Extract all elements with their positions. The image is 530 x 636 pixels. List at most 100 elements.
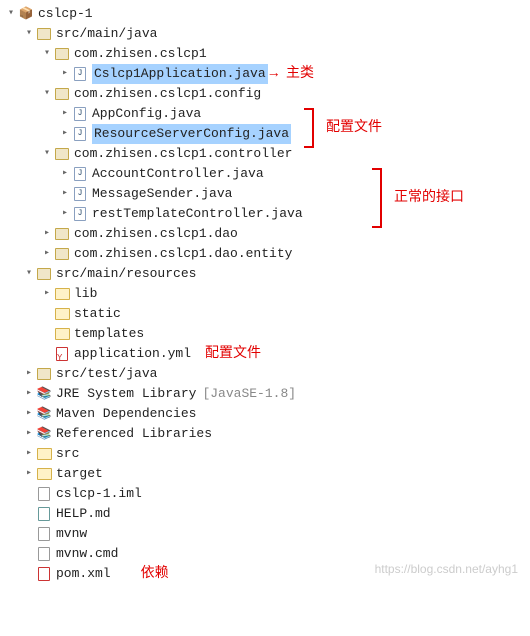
- collapse-icon[interactable]: ▸: [58, 124, 72, 144]
- tree-row-folder[interactable]: templates: [4, 324, 526, 344]
- markdown-file-icon: [36, 506, 52, 522]
- folder-label[interactable]: static: [74, 304, 121, 324]
- tree-row-folder[interactable]: ▸ lib: [4, 284, 526, 304]
- bracket-config: [304, 108, 314, 148]
- collapse-icon[interactable]: ▸: [22, 404, 36, 424]
- folder-label[interactable]: templates: [74, 324, 144, 344]
- library-label[interactable]: Referenced Libraries: [56, 424, 212, 444]
- tree-row-maven-deps[interactable]: ▸ Maven Dependencies: [4, 404, 526, 424]
- tree-row-src-main-java[interactable]: ▾ src/main/java: [4, 24, 526, 44]
- tree-row-file[interactable]: ▸ J AccountController.java: [4, 164, 526, 184]
- collapse-icon[interactable]: ▸: [58, 104, 72, 124]
- tree-row-file[interactable]: Y application.yml 配置文件: [4, 344, 526, 364]
- collapse-icon[interactable]: ▸: [58, 204, 72, 224]
- file-label[interactable]: Cslcp1Application.java: [92, 64, 268, 84]
- file-label[interactable]: HELP.md: [56, 504, 111, 524]
- file-label[interactable]: mvnw: [56, 524, 87, 544]
- tree-row-package[interactable]: ▾ com.zhisen.cslcp1: [4, 44, 526, 64]
- tree-row-file[interactable]: ▸ J restTemplateController.java: [4, 204, 526, 224]
- expand-icon[interactable]: ▾: [22, 264, 36, 284]
- file-icon: [36, 526, 52, 542]
- annotation-config-file: 配置文件: [205, 344, 261, 364]
- java-file-icon: J: [72, 206, 88, 222]
- folder-icon: [54, 286, 70, 302]
- package-label[interactable]: com.zhisen.cslcp1.controller: [74, 144, 292, 164]
- file-label[interactable]: application.yml: [74, 344, 191, 364]
- bracket-api: [372, 168, 382, 228]
- tree-row-file[interactable]: cslcp-1.iml: [4, 484, 526, 504]
- file-icon: [36, 486, 52, 502]
- folder-label[interactable]: target: [56, 464, 103, 484]
- collapse-icon[interactable]: ▸: [22, 384, 36, 404]
- package-icon: [54, 146, 70, 162]
- folder-label[interactable]: src: [56, 444, 79, 464]
- package-label[interactable]: com.zhisen.cslcp1.dao.entity: [74, 244, 292, 264]
- package-label[interactable]: com.zhisen.cslcp1: [74, 44, 207, 64]
- library-label[interactable]: Maven Dependencies: [56, 404, 196, 424]
- library-icon: [36, 386, 52, 402]
- package-label[interactable]: com.zhisen.cslcp1.config: [74, 84, 261, 104]
- file-label[interactable]: pom.xml: [56, 564, 111, 584]
- file-label[interactable]: AppConfig.java: [92, 104, 201, 124]
- collapse-icon[interactable]: ▸: [22, 424, 36, 444]
- collapse-icon[interactable]: ▸: [40, 284, 54, 304]
- tree-row-file[interactable]: ▸ J ResourceServerConfig.java: [4, 124, 526, 144]
- collapse-icon[interactable]: ▸: [22, 464, 36, 484]
- xml-file-icon: [36, 566, 52, 582]
- folder-label[interactable]: src/main/resources: [56, 264, 196, 284]
- library-icon: [36, 406, 52, 422]
- collapse-icon[interactable]: ▸: [58, 164, 72, 184]
- source-folder-icon: [36, 266, 52, 282]
- file-label[interactable]: ResourceServerConfig.java: [92, 124, 291, 144]
- package-icon: [54, 86, 70, 102]
- package-label[interactable]: com.zhisen.cslcp1.dao: [74, 224, 238, 244]
- project-label[interactable]: cslcp-1: [38, 4, 93, 24]
- file-label[interactable]: mvnw.cmd: [56, 544, 118, 564]
- tree-row-project[interactable]: ▾ cslcp-1: [4, 4, 526, 24]
- expand-icon[interactable]: ▾: [40, 84, 54, 104]
- tree-row-folder[interactable]: ▸ target: [4, 464, 526, 484]
- collapse-icon[interactable]: ▸: [22, 444, 36, 464]
- tree-row-file[interactable]: ▸ J AppConfig.java: [4, 104, 526, 124]
- yaml-file-icon: Y: [54, 346, 70, 362]
- java-file-icon: J: [72, 186, 88, 202]
- expand-icon[interactable]: ▾: [4, 4, 18, 24]
- package-icon: [54, 246, 70, 262]
- collapse-icon[interactable]: ▸: [58, 184, 72, 204]
- folder-label[interactable]: lib: [74, 284, 97, 304]
- source-folder-icon: [36, 26, 52, 42]
- tree-row-ref-libs[interactable]: ▸ Referenced Libraries: [4, 424, 526, 444]
- collapse-icon[interactable]: ▸: [40, 224, 54, 244]
- file-label[interactable]: AccountController.java: [92, 164, 264, 184]
- annotation-main-class: 主类: [286, 64, 314, 84]
- tree-row-package[interactable]: ▸ com.zhisen.cslcp1.dao: [4, 224, 526, 244]
- tree-row-file[interactable]: ▸ J Cslcp1Application.java → 主类: [4, 64, 526, 84]
- file-label[interactable]: restTemplateController.java: [92, 204, 303, 224]
- file-label[interactable]: cslcp-1.iml: [56, 484, 142, 504]
- tree-row-folder[interactable]: ▸ src: [4, 444, 526, 464]
- folder-label[interactable]: src/test/java: [56, 364, 157, 384]
- tree-row-package[interactable]: ▸ com.zhisen.cslcp1.dao.entity: [4, 244, 526, 264]
- java-file-icon: J: [72, 166, 88, 182]
- package-icon: [54, 46, 70, 62]
- tree-row-jre[interactable]: ▸ JRE System Library [JavaSE-1.8]: [4, 384, 526, 404]
- expand-icon[interactable]: ▾: [22, 24, 36, 44]
- annotation-config: 配置文件: [326, 116, 382, 136]
- tree-row-package[interactable]: ▾ com.zhisen.cslcp1.config: [4, 84, 526, 104]
- expand-icon[interactable]: ▾: [40, 144, 54, 164]
- folder-label[interactable]: src/main/java: [56, 24, 157, 44]
- tree-row-package[interactable]: ▾ com.zhisen.cslcp1.controller: [4, 144, 526, 164]
- file-label[interactable]: MessageSender.java: [92, 184, 232, 204]
- tree-row-src-test-java[interactable]: ▸ src/test/java: [4, 364, 526, 384]
- collapse-icon[interactable]: ▸: [40, 244, 54, 264]
- tree-row-file[interactable]: mvnw: [4, 524, 526, 544]
- tree-row-src-main-resources[interactable]: ▾ src/main/resources: [4, 264, 526, 284]
- java-file-icon: J: [72, 126, 88, 142]
- collapse-icon[interactable]: ▸: [58, 64, 72, 84]
- expand-icon[interactable]: ▾: [40, 44, 54, 64]
- tree-row-folder[interactable]: static: [4, 304, 526, 324]
- tree-row-file[interactable]: HELP.md: [4, 504, 526, 524]
- tree-row-file[interactable]: mvnw.cmd: [4, 544, 526, 564]
- collapse-icon[interactable]: ▸: [22, 364, 36, 384]
- library-label[interactable]: JRE System Library: [56, 384, 196, 404]
